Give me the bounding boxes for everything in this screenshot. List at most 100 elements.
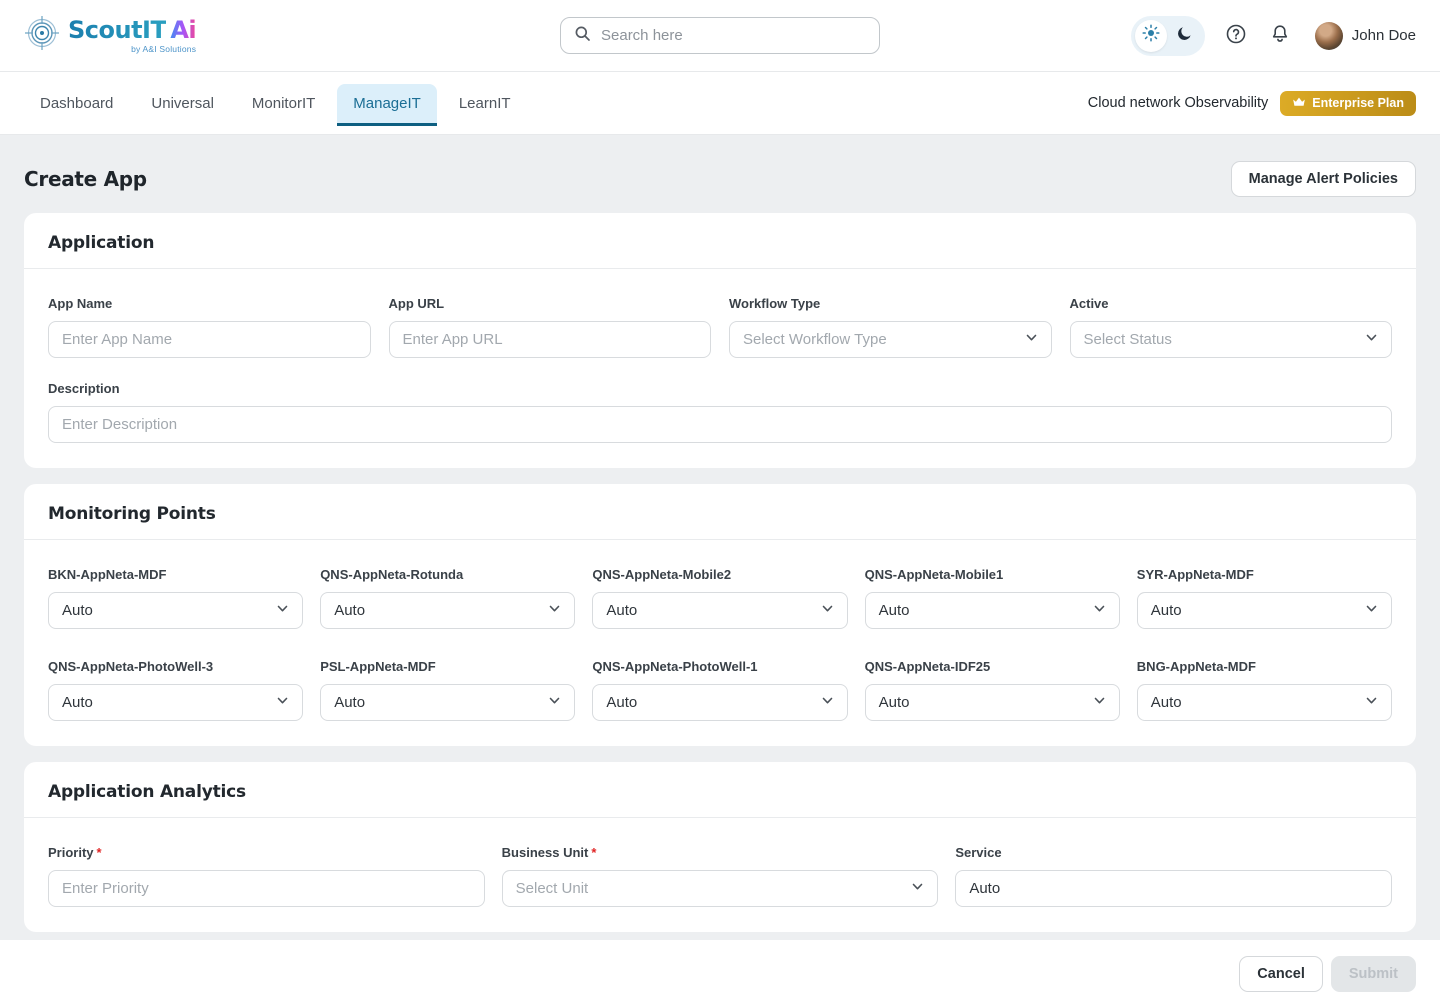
monitoring-point-value: Auto <box>62 694 93 711</box>
description-field: Description <box>48 381 1392 443</box>
monitoring-point-select[interactable]: Auto <box>1137 592 1392 629</box>
chevron-down-icon <box>276 694 289 712</box>
priority-input[interactable] <box>48 870 485 907</box>
search-icon <box>574 25 591 47</box>
analytics-section-title: Application Analytics <box>24 762 1416 817</box>
app-url-field: App URL <box>389 296 712 358</box>
nav-tabs: Dashboard Universal MonitorIT ManageIT L… <box>24 72 527 134</box>
monitoring-point-label: BKN-AppNeta-MDF <box>48 567 303 582</box>
chevron-down-icon <box>1365 331 1378 349</box>
logo-name: ScoutIT <box>68 16 166 44</box>
logo-text: ScoutITAi by A&I Solutions <box>68 18 196 54</box>
tab-universal[interactable]: Universal <box>135 84 230 126</box>
app-name-input[interactable] <box>48 321 371 358</box>
monitoring-point-field: BNG-AppNeta-MDF Auto <box>1137 659 1392 721</box>
main-nav: Dashboard Universal MonitorIT ManageIT L… <box>0 72 1440 135</box>
monitoring-point-field: PSL-AppNeta-MDF Auto <box>320 659 575 721</box>
logo-suffix: Ai <box>170 16 196 44</box>
monitoring-point-select[interactable]: Auto <box>320 684 575 721</box>
monitoring-point-label: BNG-AppNeta-MDF <box>1137 659 1392 674</box>
monitoring-point-label: SYR-AppNeta-MDF <box>1137 567 1392 582</box>
monitoring-point-field: QNS-AppNeta-Rotunda Auto <box>320 567 575 629</box>
help-icon <box>1225 23 1247 48</box>
required-mark: * <box>591 845 596 860</box>
application-card: Application App Name App URL Workflow Ty… <box>24 213 1416 468</box>
cancel-button[interactable]: Cancel <box>1239 956 1323 992</box>
tab-monitorit[interactable]: MonitorIT <box>236 84 331 126</box>
business-unit-select[interactable]: Select Unit <box>502 870 939 907</box>
user-menu[interactable]: John Doe <box>1315 22 1416 50</box>
search-input[interactable] <box>601 27 866 44</box>
monitoring-point-label: QNS-AppNeta-Rotunda <box>320 567 575 582</box>
monitoring-point-select[interactable]: Auto <box>592 684 847 721</box>
plan-badge[interactable]: Enterprise Plan <box>1280 91 1416 116</box>
business-unit-value: Select Unit <box>516 880 589 897</box>
priority-field: Priority* <box>48 845 485 907</box>
workflow-type-select[interactable]: Select Workflow Type <box>729 321 1052 358</box>
monitoring-point-select[interactable]: Auto <box>320 592 575 629</box>
monitoring-point-field: QNS-AppNeta-Mobile2 Auto <box>592 567 847 629</box>
tab-learnit[interactable]: LearnIT <box>443 84 527 126</box>
monitoring-point-select[interactable]: Auto <box>1137 684 1392 721</box>
monitoring-point-select[interactable]: Auto <box>865 592 1120 629</box>
description-input[interactable] <box>48 406 1392 443</box>
plan-badge-label: Enterprise Plan <box>1312 96 1404 110</box>
monitoring-point-label: QNS-AppNeta-Mobile1 <box>865 567 1120 582</box>
monitoring-point-value: Auto <box>879 694 910 711</box>
page-title: Create App <box>24 167 147 191</box>
active-label: Active <box>1070 296 1393 311</box>
top-bar: ScoutITAi by A&I Solutions <box>0 0 1440 72</box>
active-value: Select Status <box>1084 331 1172 348</box>
application-analytics-card: Application Analytics Priority* Business… <box>24 762 1416 932</box>
theme-toggle[interactable] <box>1131 16 1205 56</box>
manage-alert-policies-button[interactable]: Manage Alert Policies <box>1231 161 1416 197</box>
avatar <box>1315 22 1343 50</box>
monitoring-point-select[interactable]: Auto <box>48 684 303 721</box>
chevron-down-icon <box>821 602 834 620</box>
monitoring-point-label: QNS-AppNeta-IDF25 <box>865 659 1120 674</box>
business-unit-label: Business Unit* <box>502 845 939 860</box>
monitoring-point-label: QNS-AppNeta-Mobile2 <box>592 567 847 582</box>
priority-label: Priority* <box>48 845 485 860</box>
chevron-down-icon <box>1093 694 1106 712</box>
app-url-input[interactable] <box>389 321 712 358</box>
chevron-down-icon <box>1365 694 1378 712</box>
submit-button[interactable]: Submit <box>1331 956 1416 992</box>
monitoring-point-label: PSL-AppNeta-MDF <box>320 659 575 674</box>
dark-mode-button[interactable] <box>1169 20 1201 52</box>
chevron-down-icon <box>821 694 834 712</box>
notifications-button[interactable] <box>1269 23 1291 48</box>
global-search <box>560 17 880 54</box>
app-logo[interactable]: ScoutITAi by A&I Solutions <box>24 15 196 56</box>
monitoring-point-label: QNS-AppNeta-PhotoWell-3 <box>48 659 303 674</box>
active-select[interactable]: Select Status <box>1070 321 1393 358</box>
service-label: Service <box>955 845 1392 860</box>
tab-dashboard[interactable]: Dashboard <box>24 84 129 126</box>
monitoring-point-value: Auto <box>1151 694 1182 711</box>
tab-manageit[interactable]: ManageIT <box>337 84 437 126</box>
monitoring-point-select[interactable]: Auto <box>592 592 847 629</box>
monitoring-point-select[interactable]: Auto <box>865 684 1120 721</box>
monitoring-point-value: Auto <box>1151 602 1182 619</box>
context-label: Cloud network Observability <box>1088 95 1269 111</box>
app-name-field: App Name <box>48 296 371 358</box>
help-button[interactable] <box>1225 23 1247 48</box>
workflow-type-field: Workflow Type Select Workflow Type <box>729 296 1052 358</box>
light-mode-button[interactable] <box>1135 20 1167 52</box>
monitoring-point-field: QNS-AppNeta-Mobile1 Auto <box>865 567 1120 629</box>
moon-icon <box>1176 25 1193 47</box>
chevron-down-icon <box>1365 602 1378 620</box>
sun-icon <box>1142 24 1160 47</box>
monitoring-point-value: Auto <box>606 694 637 711</box>
logo-tagline: by A&I Solutions <box>68 45 196 54</box>
monitoring-point-field: QNS-AppNeta-PhotoWell-3 Auto <box>48 659 303 721</box>
chevron-down-icon <box>1093 602 1106 620</box>
required-mark: * <box>97 845 102 860</box>
priority-label-text: Priority <box>48 845 94 860</box>
monitoring-point-field: BKN-AppNeta-MDF Auto <box>48 567 303 629</box>
monitoring-point-value: Auto <box>62 602 93 619</box>
bell-icon <box>1269 23 1291 48</box>
monitoring-point-select[interactable]: Auto <box>48 592 303 629</box>
service-input[interactable] <box>955 870 1392 907</box>
workflow-type-label: Workflow Type <box>729 296 1052 311</box>
